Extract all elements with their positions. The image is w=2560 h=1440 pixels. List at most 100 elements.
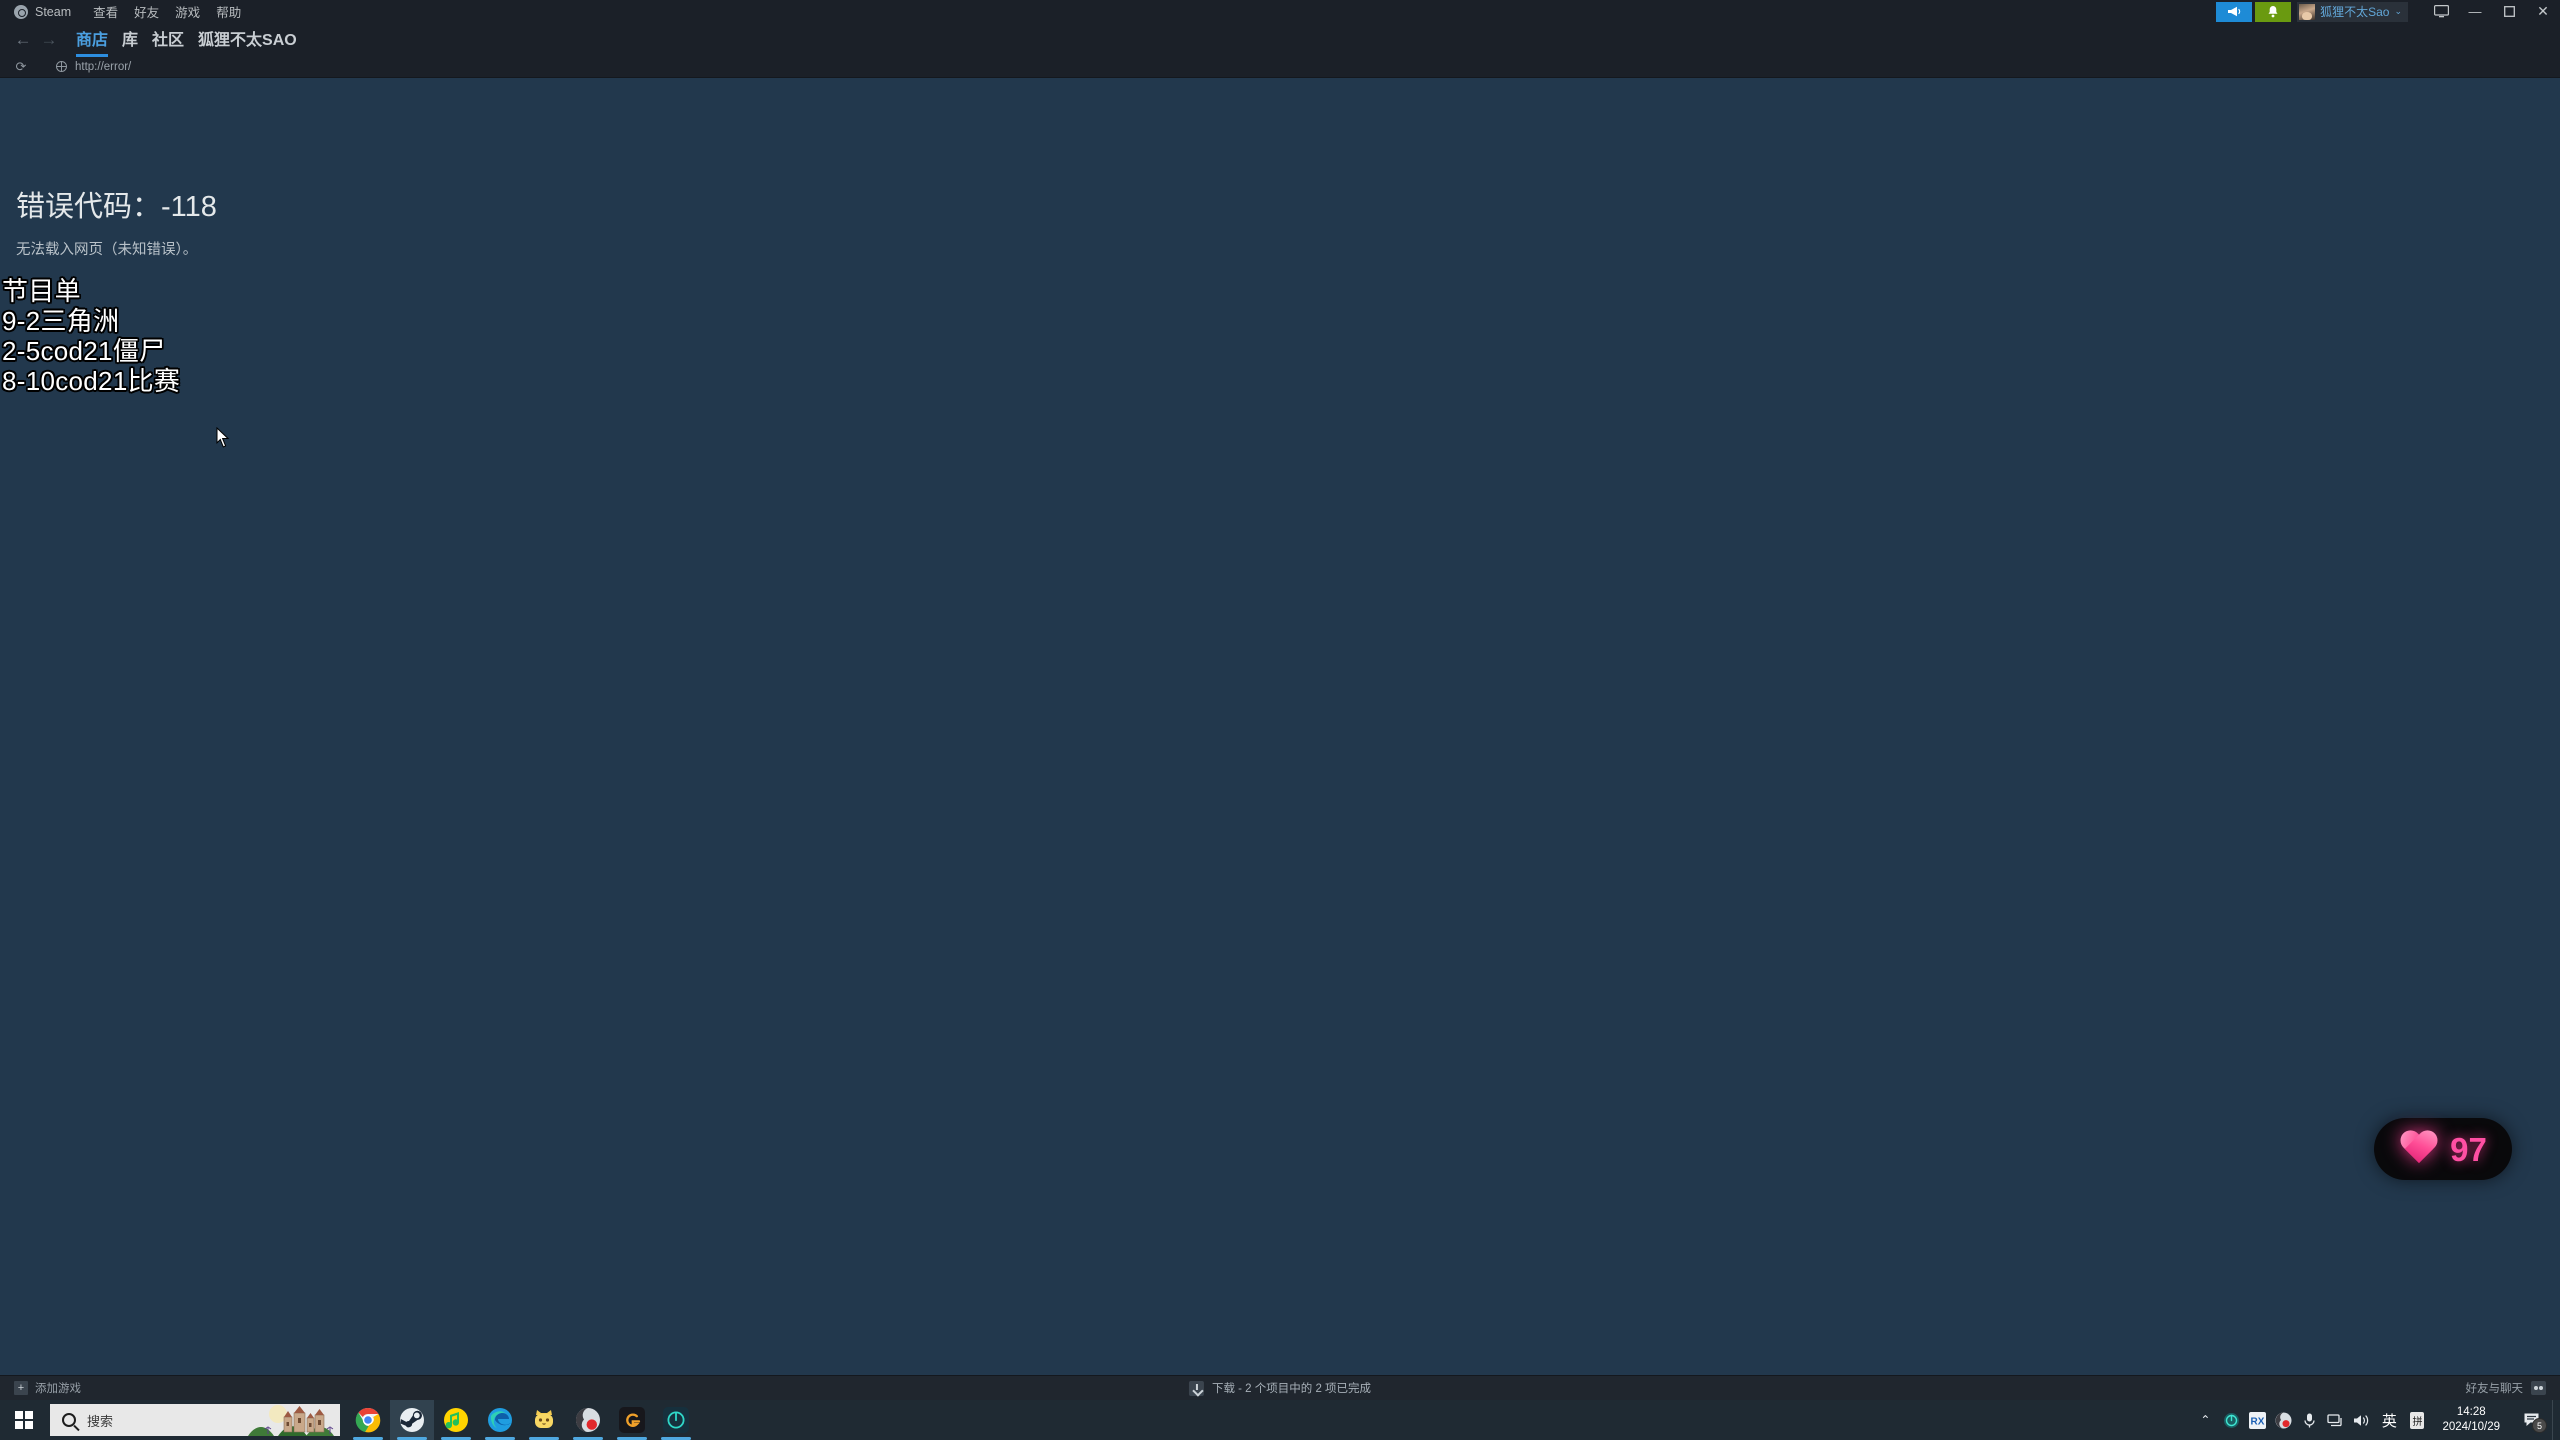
clock[interactable]: 14:28 2024/10/29	[2430, 1405, 2512, 1435]
taskbar-app-steam[interactable]	[390, 1400, 434, 1440]
steam-menubar: Steam 查看 好友 游戏 帮助 狐狸不太Sao ⌄ — ✕	[0, 0, 2560, 23]
chrome-icon	[355, 1407, 381, 1433]
menu-item-view[interactable]: 查看	[93, 2, 118, 21]
pinyin-mode-button[interactable]: 拼	[2404, 1400, 2430, 1440]
taskbar-app-obs[interactable]	[566, 1400, 610, 1440]
windows-logo-icon	[15, 1411, 33, 1429]
megaphone-icon	[2227, 6, 2240, 17]
chevron-down-icon: ⌄	[2394, 6, 2402, 16]
rx-tray-glyph: RX	[2248, 1411, 2266, 1429]
teal-app-icon	[663, 1407, 689, 1433]
maximize-button[interactable]	[2492, 0, 2526, 23]
clock-date: 2024/10/29	[2442, 1421, 2500, 1433]
url-bar: ⟳ http://error/	[0, 56, 2560, 78]
search-placeholder: 搜索	[87, 1413, 114, 1429]
heart-count-label: 97	[2450, 1130, 2487, 1168]
mouse-cursor	[216, 427, 230, 448]
taskbar-app-teal[interactable]	[654, 1400, 698, 1440]
notification-badge: 5	[2532, 1418, 2547, 1433]
search-icon	[62, 1413, 76, 1427]
windows-taskbar: 搜索 ⌃ RX 英 拼 14:28 2024/10/29 5	[0, 1400, 2560, 1440]
network-icon[interactable]	[2322, 1400, 2348, 1440]
taskbar-app-chrome[interactable]	[346, 1400, 390, 1440]
maximize-icon	[2503, 6, 2515, 17]
big-picture-button[interactable]	[2424, 0, 2458, 23]
steam-navbar: ← → 商店 库 社区 狐狸不太SAO	[0, 23, 2560, 57]
steam-statusbar: + 添加游戏 下载 - 2 个项目中的 2 项已完成 好友与聊天	[0, 1375, 2560, 1400]
menu-item-friends[interactable]: 好友	[134, 2, 159, 21]
error-title: 错误代码：-118	[16, 191, 217, 223]
reload-icon[interactable]: ⟳	[10, 59, 32, 75]
nav-tab-store[interactable]: 商店	[76, 26, 109, 57]
back-button[interactable]: ←	[10, 27, 36, 53]
minimize-button[interactable]: —	[2458, 0, 2492, 23]
taskbar-app-cat[interactable]	[522, 1400, 566, 1440]
download-icon	[1188, 1380, 1204, 1396]
obs-tray-icon[interactable]	[2270, 1400, 2296, 1440]
microphone-icon[interactable]	[2296, 1400, 2322, 1440]
overlay-line: 2-5cod21僵尸	[2, 336, 166, 366]
overlay-line: 节目单	[2, 276, 81, 306]
nav-tab-library[interactable]: 库	[122, 26, 138, 53]
svg-text:RX: RX	[2250, 1416, 2264, 1427]
download-status[interactable]: 下载 - 2 个项目中的 2 项已完成	[1188, 1380, 1372, 1396]
add-game-button[interactable]: + 添加游戏	[14, 1380, 81, 1396]
steam-client-window: Steam 查看 好友 游戏 帮助 狐狸不太Sao ⌄ — ✕ ← → 商店 库…	[0, 0, 2560, 1400]
volume-icon[interactable]	[2348, 1400, 2374, 1440]
avatar	[2299, 3, 2316, 20]
teal-tray-glyph	[2223, 1412, 2239, 1428]
friends-and-chat-button[interactable]: 好友与聊天	[2465, 1380, 2546, 1396]
edge-icon	[488, 1408, 512, 1432]
pinyin-label: 拼	[2410, 1411, 2425, 1429]
system-tray: ⌃ RX 英 拼 14:28 2024/10/29 5	[2192, 1400, 2560, 1440]
menu-item-help[interactable]: 帮助	[216, 2, 241, 21]
friends-icon	[2531, 1381, 2546, 1395]
notification-center-button[interactable]: 5	[2512, 1400, 2552, 1440]
teal-tray-icon[interactable]	[2218, 1400, 2244, 1440]
friends-chat-label: 好友与聊天	[2465, 1383, 2524, 1395]
user-account-chip[interactable]: 狐狸不太Sao ⌄	[2297, 1, 2408, 22]
search-input[interactable]: 搜索	[50, 1404, 340, 1436]
menu-item-games[interactable]: 游戏	[175, 2, 200, 21]
rx-tray-icon[interactable]: RX	[2244, 1400, 2270, 1440]
steam-logo-icon	[14, 4, 28, 19]
volume-glyph	[2353, 1414, 2369, 1426]
notifications-button[interactable]	[2255, 1, 2292, 22]
network-glyph	[2327, 1413, 2342, 1426]
monitor-icon	[2433, 5, 2449, 18]
bell-icon	[2268, 6, 2278, 18]
username-label: 狐狸不太Sao	[2320, 5, 2390, 19]
castle-icon	[248, 1404, 340, 1436]
cat-app-icon	[535, 1410, 553, 1428]
taskbar-app-edge[interactable]	[478, 1400, 522, 1440]
forward-button[interactable]: →	[36, 27, 62, 53]
overlay-line: 8-10cod21比赛	[2, 366, 181, 396]
ime-language-button[interactable]: 英	[2374, 1400, 2404, 1440]
start-button[interactable]	[0, 1400, 48, 1440]
obs-icon	[575, 1407, 600, 1432]
add-game-label: 添加游戏	[35, 1383, 81, 1395]
nav-tab-community[interactable]: 社区	[152, 26, 184, 53]
page-content: 错误代码：-118 无法载入网页（未知错误）。 节目单 9-2三角洲 2-5co…	[0, 78, 2560, 1375]
overlay-line: 9-2三角洲	[2, 306, 120, 336]
url-text[interactable]: http://error/	[75, 61, 131, 73]
steam-icon	[400, 1408, 424, 1432]
overlay-schedule: 节目单 9-2三角洲 2-5cod21僵尸 8-10cod21比赛	[2, 276, 180, 396]
menu-item-steam[interactable]: Steam	[35, 5, 71, 19]
close-button[interactable]: ✕	[2526, 0, 2560, 23]
plus-icon: +	[14, 1381, 28, 1395]
download-status-label: 下载 - 2 个项目中的 2 项已完成	[1211, 1383, 1372, 1395]
taskbar-app-music[interactable]	[434, 1400, 478, 1440]
taskbar-app-game-launcher[interactable]	[610, 1400, 654, 1440]
globe-icon	[55, 60, 67, 72]
broadcast-button[interactable]	[2216, 1, 2253, 22]
nav-tab-profile[interactable]: 狐狸不太SAO	[198, 26, 297, 53]
heart-counter-widget: 97	[2374, 1118, 2512, 1180]
window-right-controls: 狐狸不太Sao ⌄ — ✕	[2216, 0, 2560, 23]
taskbar-apps	[346, 1400, 698, 1440]
error-subtitle: 无法载入网页（未知错误）。	[16, 242, 198, 258]
show-desktop-button[interactable]	[2552, 1400, 2560, 1440]
game-launcher-icon	[619, 1407, 645, 1433]
music-icon	[444, 1408, 468, 1432]
tray-chevron-up-icon[interactable]: ⌃	[2192, 1400, 2218, 1440]
